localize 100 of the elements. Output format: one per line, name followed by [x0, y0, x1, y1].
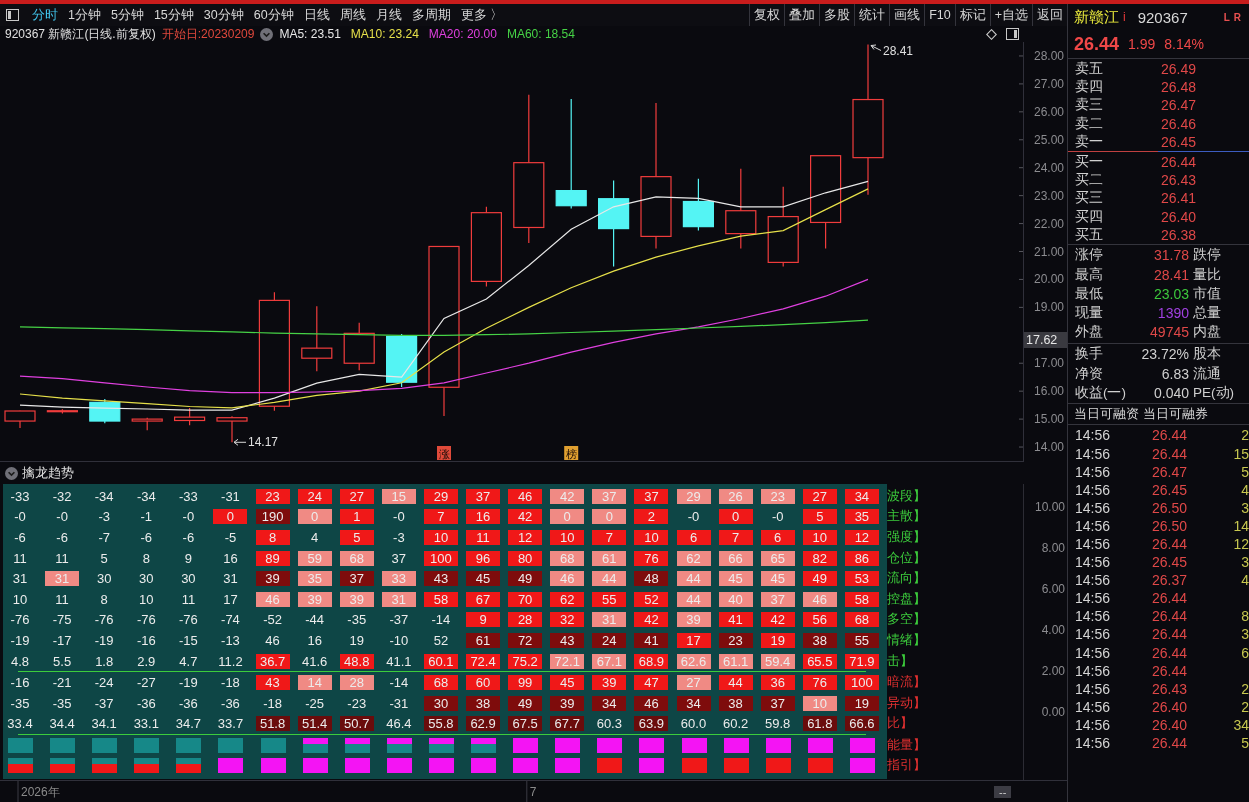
trade-price: 26.44: [1151, 427, 1187, 444]
period-tab[interactable]: 更多 〉: [455, 4, 509, 26]
toolbar-button[interactable]: +自选: [989, 4, 1032, 26]
indicator-value: 8: [142, 550, 150, 566]
indicator-value: 31: [381, 591, 416, 607]
indicator-value: -21: [52, 675, 72, 691]
indicator-value: 39: [550, 695, 585, 711]
indicator-value: 68: [339, 550, 374, 566]
timeline-button[interactable]: --: [994, 785, 1012, 798]
indicator-value: 51.4: [297, 716, 332, 732]
period-tab[interactable]: 日线: [298, 4, 335, 26]
period-tab[interactable]: 多周期: [406, 4, 456, 26]
trade-time: 14:56: [1075, 481, 1112, 498]
y-axis-tick-label: 21.00: [1033, 244, 1064, 259]
indicator-value: 11.2: [218, 653, 243, 669]
indicator-value: 34: [592, 695, 627, 711]
period-tab[interactable]: 1分钟: [63, 4, 106, 26]
toolbar-button[interactable]: 画线: [889, 4, 925, 26]
toolbar-button[interactable]: 标记: [954, 4, 990, 26]
period-tab[interactable]: 5分钟: [105, 4, 149, 26]
indicator-value: 82: [802, 550, 837, 566]
indicator-label: 波段】: [887, 487, 926, 505]
indicator-value: -32: [52, 488, 72, 504]
trade-time: 14:56: [1075, 554, 1112, 571]
indicator-value: 23: [760, 488, 795, 504]
indicator-value: 59.4: [760, 653, 795, 669]
trades-header: 当日可融券: [1143, 405, 1208, 424]
toolbar-button[interactable]: 统计: [854, 4, 890, 26]
period-tab[interactable]: 15分钟: [148, 4, 199, 26]
indicator-value: 65: [760, 550, 795, 566]
indicator-value: 15: [381, 488, 416, 504]
indicator-value: 42: [634, 612, 669, 628]
period-tab[interactable]: 30分钟: [198, 4, 249, 26]
indicator-label: 流向】: [887, 570, 926, 588]
indicator-value: 76: [634, 550, 669, 566]
indicator-label: 多空】: [887, 611, 926, 629]
order-level-label: 卖三: [1075, 96, 1103, 115]
indicator-value: -16: [10, 675, 30, 691]
sidebar-toggle-icon[interactable]: [6, 9, 19, 21]
period-tab[interactable]: 周线: [334, 4, 371, 26]
indicator-value: 52: [433, 632, 449, 648]
y-axis-tick-label: 27.00: [1033, 76, 1064, 91]
indicator-value: -18: [263, 695, 282, 711]
indicator-value: 27: [676, 675, 711, 691]
indicator-value: 7: [592, 530, 627, 545]
indicator-value: 60: [466, 675, 501, 691]
trade-price: 26.37: [1151, 572, 1187, 589]
y-axis-tick-label: 20.00: [1033, 272, 1064, 287]
indicator-value: 58: [423, 591, 458, 607]
order-price: 26.47: [1160, 97, 1196, 114]
order-level-label: 卖四: [1075, 78, 1103, 97]
indicator-value: 0: [592, 509, 627, 525]
indicator-value: 61: [592, 550, 627, 566]
diamond-icon[interactable]: [986, 28, 997, 40]
indicator-value: 30: [139, 571, 154, 587]
chart-tag: 榜: [564, 446, 579, 460]
stat-label: 股本: [1193, 345, 1221, 364]
indicator-value: 10: [550, 530, 585, 545]
panel-toggle-icon[interactable]: [1006, 28, 1019, 40]
indicator-value: 46: [508, 488, 543, 504]
toolbar-button[interactable]: 复权: [749, 4, 785, 26]
trade-volume: 6: [1241, 644, 1249, 661]
indicator-value: -33: [10, 488, 30, 504]
ma-legend-label: MA60: 18.54: [506, 27, 575, 41]
toolbar-button[interactable]: 多股: [819, 4, 855, 26]
toolbar-button[interactable]: F10: [924, 4, 955, 26]
toolbar-button[interactable]: 叠加: [784, 4, 820, 26]
stat-label: 最低: [1075, 284, 1103, 303]
indicator-value: 43: [255, 675, 290, 691]
indicator-axis-label: 0.00: [1041, 704, 1065, 719]
indicator-value: 5: [802, 509, 837, 525]
trade-time: 14:56: [1075, 590, 1112, 607]
collapse-icon[interactable]: [5, 466, 18, 480]
period-tab[interactable]: 60分钟: [248, 4, 299, 26]
indicator-value: -6: [14, 530, 26, 545]
stat-label: 市值: [1193, 284, 1221, 303]
order-level-label: 卖二: [1075, 114, 1103, 133]
indicator-value: 38: [802, 632, 837, 648]
indicator-value: 29: [423, 488, 458, 504]
start-date-label: 开始日:20230209: [161, 25, 255, 43]
info-mark[interactable]: i: [1123, 10, 1126, 24]
ma-legend-label: MA10: 23.24: [350, 27, 419, 41]
period-tab[interactable]: 分时: [27, 4, 63, 26]
indicator-value: 17: [223, 591, 238, 607]
dropdown-icon[interactable]: [260, 27, 274, 41]
indicator-value: 10: [634, 530, 669, 545]
indicator-value: 42: [760, 612, 795, 628]
indicator-value: -27: [136, 675, 156, 691]
trade-time: 14:56: [1075, 517, 1112, 534]
period-tab[interactable]: 月线: [370, 4, 407, 26]
indicator-value: 41: [718, 612, 753, 628]
indicator-value: 2: [634, 509, 669, 525]
indicator-value: 0: [718, 509, 753, 525]
trade-time: 14:56: [1075, 680, 1112, 697]
indicator-value: 31: [12, 571, 28, 587]
indicator-value: -35: [52, 695, 72, 711]
toolbar-button[interactable]: 返回: [1032, 4, 1067, 26]
trade-price: 26.43: [1151, 680, 1187, 697]
indicator-value: 60.2: [722, 716, 749, 732]
indicator-value: 31: [45, 571, 80, 587]
